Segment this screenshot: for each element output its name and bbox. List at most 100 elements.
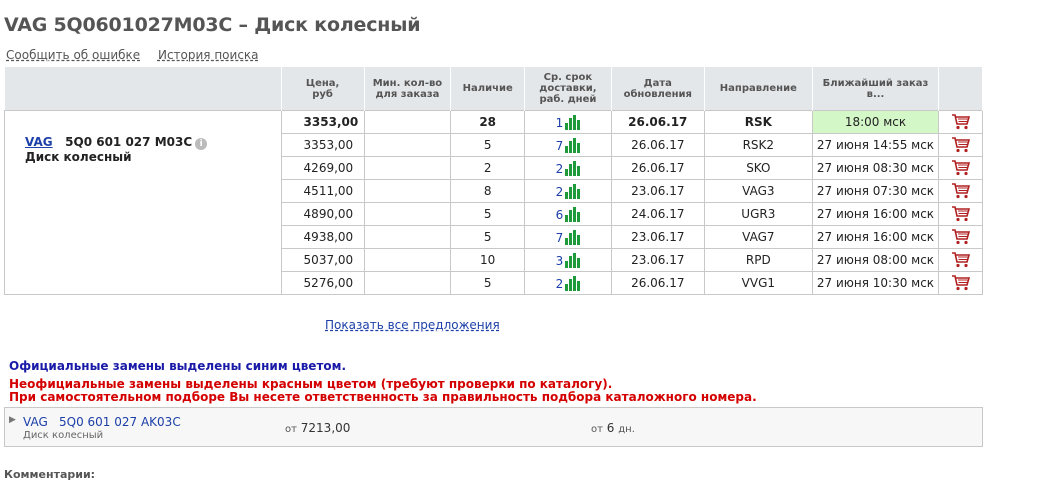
cell-direction: RSK [703, 110, 813, 134]
product-cell: VAG 5Q0 601 027 M03C i Диск колесный [4, 110, 282, 295]
cell-direction: SKO [703, 156, 813, 180]
cell-updated: 23.06.17 [610, 179, 705, 203]
bar-chart-icon [565, 114, 581, 130]
cell-min-qty [363, 179, 452, 203]
header-delivery: Ср. срок доставки, раб. дней [524, 67, 612, 111]
shopping-cart-icon[interactable] [951, 137, 970, 153]
product-brand-link[interactable]: VAG [25, 135, 53, 149]
cell-stock: 5 [450, 225, 526, 249]
cell-price: 5037,00 [280, 248, 365, 272]
cell-cart[interactable] [938, 271, 983, 295]
cell-order-time: 18:00 мск [811, 110, 940, 134]
cell-cart[interactable] [938, 110, 983, 134]
cell-cart[interactable] [938, 202, 983, 226]
replacement-days-prefix: от [591, 424, 603, 435]
cell-min-qty [363, 271, 452, 295]
shopping-cart-icon[interactable] [951, 206, 970, 222]
note-official: Официальные замены выделены синим цветом… [9, 359, 347, 373]
cell-price: 4511,00 [280, 179, 365, 203]
replacement-days-suffix: дн. [618, 424, 635, 435]
cell-delivery: 7 [524, 133, 612, 157]
header-delivery-label: Ср. срок доставки, раб. дней [539, 72, 597, 105]
replacement-days: от 6 дн. [591, 421, 635, 435]
bar-chart-icon [565, 252, 581, 268]
header-min-qty-label: Мин. кол-во для заказа [372, 77, 443, 100]
cell-stock: 5 [450, 271, 526, 295]
cell-cart[interactable] [938, 133, 983, 157]
bar-chart-icon [565, 275, 581, 291]
header-stock: Наличие [450, 67, 526, 111]
delivery-days-link[interactable]: 2 [556, 185, 564, 199]
bar-chart-icon [565, 206, 581, 222]
comments-label: Комментарии: [4, 468, 96, 481]
delivery-days-link[interactable]: 1 [556, 116, 564, 130]
cell-order-time: 27 июня 16:00 мск [811, 202, 940, 226]
cell-delivery: 3 [524, 248, 612, 272]
cell-updated: 24.06.17 [610, 202, 705, 226]
cell-updated: 26.06.17 [610, 271, 705, 295]
replacement-number[interactable]: 5Q0 601 027 AK03C [59, 415, 181, 429]
shopping-cart-icon[interactable] [951, 114, 970, 130]
cell-order-time: 27 июня 07:30 мск [811, 179, 940, 203]
replacement-row[interactable]: ▶ VAG 5Q0 601 027 AK03C Диск колесный от… [4, 407, 983, 447]
cell-updated: 26.06.17 [610, 156, 705, 180]
cell-direction: VAG3 [703, 179, 813, 203]
delivery-days-link[interactable]: 2 [556, 277, 564, 291]
replacement-name: Диск колесный [23, 430, 104, 441]
cell-order-time: 27 июня 16:00 мск [811, 225, 940, 249]
shopping-cart-icon[interactable] [951, 275, 970, 291]
replacement-price-prefix: от [285, 424, 297, 435]
shopping-cart-icon[interactable] [951, 183, 970, 199]
bar-chart-icon [565, 183, 581, 199]
cell-delivery: 2 [524, 179, 612, 203]
shopping-cart-icon[interactable] [951, 252, 970, 268]
cell-updated: 26.06.17 [610, 133, 705, 157]
header-order-label: Ближайший заказ в... [822, 77, 929, 100]
product-number: 5Q0 601 027 M03C [65, 135, 193, 149]
info-icon[interactable]: i [195, 138, 208, 150]
cell-order-time: 27 июня 10:30 мск [811, 271, 940, 295]
replacement-brand[interactable]: VAG [23, 415, 48, 429]
cell-price: 4269,00 [280, 156, 365, 180]
delivery-days-link[interactable]: 7 [556, 231, 564, 245]
delivery-days-link[interactable]: 6 [556, 208, 564, 222]
replacement-price: от 7213,00 [285, 421, 350, 435]
cell-stock: 2 [450, 156, 526, 180]
delivery-days-link[interactable]: 3 [556, 254, 564, 268]
shopping-cart-icon[interactable] [951, 229, 970, 245]
cell-stock: 28 [450, 110, 526, 134]
cell-stock: 8 [450, 179, 526, 203]
table-row: VAG 5Q0 601 027 M03C i Диск колесный 3353,0… [4, 110, 983, 295]
triangle-right-icon[interactable]: ▶ [9, 415, 16, 425]
bar-chart-icon [565, 160, 581, 176]
header-price-label: Цена, руб [305, 77, 340, 100]
cell-price: 3353,00 [280, 133, 365, 157]
cell-cart[interactable] [938, 248, 983, 272]
cell-updated: 26.06.17 [610, 110, 705, 134]
header-direction-label: Направление [719, 83, 797, 94]
cell-min-qty [363, 202, 452, 226]
cell-cart[interactable] [938, 179, 983, 203]
cell-price: 4938,00 [280, 225, 365, 249]
cell-updated: 23.06.17 [610, 248, 705, 272]
cell-direction: UGR3 [703, 202, 813, 226]
delivery-days-link[interactable]: 7 [556, 139, 564, 153]
search-history-link[interactable]: История поиска [158, 48, 259, 62]
cell-order-time: 27 июня 14:55 мск [811, 133, 940, 157]
cell-stock: 5 [450, 202, 526, 226]
report-error-link[interactable]: Сообщить об ошибке [6, 48, 140, 62]
header-updated-label: Дата обновления [623, 77, 692, 100]
delivery-days-link[interactable]: 2 [556, 162, 564, 176]
cell-delivery: 1 [524, 110, 612, 134]
show-all-offers-link[interactable]: Показать все предложения [325, 318, 500, 332]
header-min-qty: Мин. кол-во для заказа [364, 67, 452, 111]
page-title: VAG 5Q0601027M03C – Диск колесный [4, 14, 421, 36]
cell-cart[interactable] [938, 225, 983, 249]
note-responsibility: При самостоятельном подборе Вы несете от… [9, 390, 757, 404]
cell-cart[interactable] [938, 156, 983, 180]
cell-delivery: 2 [524, 156, 612, 180]
header-cart [938, 67, 983, 111]
cell-price: 5276,00 [280, 271, 365, 295]
shopping-cart-icon[interactable] [951, 160, 970, 176]
cell-min-qty [363, 248, 452, 272]
